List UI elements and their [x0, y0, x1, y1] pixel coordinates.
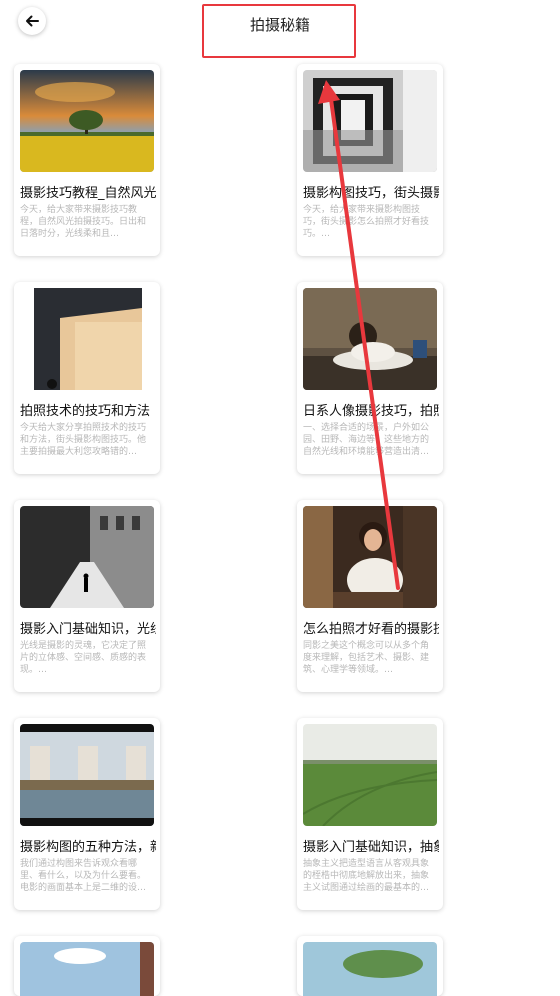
- article-title: 摄影构图技巧，街头摄影: [303, 186, 439, 201]
- article-thumbnail: [20, 506, 154, 608]
- article-thumbnail: [20, 942, 154, 996]
- article-title: 拍照技术的技巧和方法: [20, 404, 151, 419]
- article-thumbnail: [303, 70, 437, 172]
- article-card[interactable]: 摄影构图技巧，街头摄影 今天，给大家带来摄影构图技巧，街头摄影怎么拍照才好看技巧…: [297, 64, 443, 256]
- article-thumbnail: [303, 942, 437, 996]
- article-thumbnail: [20, 724, 154, 826]
- article-title: 日系人像摄影技巧，拍照…: [303, 404, 439, 419]
- article-summary: 今天给大家分享拍照技术的技巧和方法，街头摄影构图技巧。他主要拍摄最大利您攻略错的…: [20, 423, 147, 457]
- article-summary: 光线是摄影的灵魂，它决定了照片的立体感、空间感、质感的表现。…: [20, 641, 147, 675]
- article-card[interactable]: 怎么拍照才好看的摄影技巧 同影之美这个概念可以从多个角度来理解，包括艺术、摄影、…: [297, 500, 443, 692]
- article-summary: 我们通过构图来告诉观众看哪里、看什么，以及为什么要看。电影的画面基本上是二维的设…: [20, 859, 147, 893]
- article-title: 摄影入门基础知识，光线…: [20, 622, 156, 637]
- article-summary: 同影之美这个概念可以从多个角度来理解，包括艺术、摄影、建筑、心理学等领域。…: [303, 641, 430, 675]
- article-card[interactable]: [297, 936, 443, 996]
- article-card[interactable]: 摄影入门基础知识，光线… 光线是摄影的灵魂，它决定了照片的立体感、空间感、质感的…: [14, 500, 160, 692]
- article-summary: 一、选择合适的场景，户外如公园、田野、海边等，这些地方的自然光线和环境能够营造出…: [303, 423, 430, 457]
- article-card[interactable]: [14, 936, 160, 996]
- article-thumbnail: [20, 70, 154, 172]
- article-thumbnail: [20, 288, 154, 390]
- article-title: 摄影技巧教程_自然风光拍摄技巧: [20, 186, 156, 201]
- highlight-box: [202, 4, 356, 58]
- article-title: 怎么拍照才好看的摄影技巧: [303, 622, 439, 637]
- arrow-left-icon: [26, 15, 39, 27]
- article-summary: 抽象主义把造型语言从客观具象的桎梏中彻底地解放出来，抽象主义试图通过绘画的最基本…: [303, 859, 430, 893]
- article-card[interactable]: 日系人像摄影技巧，拍照… 一、选择合适的场景，户外如公园、田野、海边等，这些地方…: [297, 282, 443, 474]
- article-title: 摄影构图的五种方法，新手: [20, 840, 156, 855]
- article-thumbnail: [303, 724, 437, 826]
- back-button[interactable]: [18, 7, 46, 35]
- header: 拍摄秘籍: [0, 0, 560, 60]
- article-card[interactable]: 拍照技术的技巧和方法 今天给大家分享拍照技术的技巧和方法，街头摄影构图技巧。他主…: [14, 282, 160, 474]
- article-title: 摄影入门基础知识，抽象: [303, 840, 439, 855]
- article-card[interactable]: 摄影构图的五种方法，新手 我们通过构图来告诉观众看哪里、看什么，以及为什么要看。…: [14, 718, 160, 910]
- article-card[interactable]: 摄影入门基础知识，抽象 抽象主义把造型语言从客观具象的桎梏中彻底地解放出来，抽象…: [297, 718, 443, 910]
- article-thumbnail: [303, 506, 437, 608]
- article-summary: 今天，给大家带来摄影构图技巧，街头摄影怎么拍照才好看技巧。…: [303, 205, 430, 239]
- article-thumbnail: [303, 288, 437, 390]
- article-card[interactable]: 摄影技巧教程_自然风光拍摄技巧 今天，给大家带来摄影技巧教程，自然风光拍摄技巧。…: [14, 64, 160, 256]
- article-summary: 今天，给大家带来摄影技巧教程，自然风光拍摄技巧。日出和日落时分，光线柔和且…: [20, 205, 147, 239]
